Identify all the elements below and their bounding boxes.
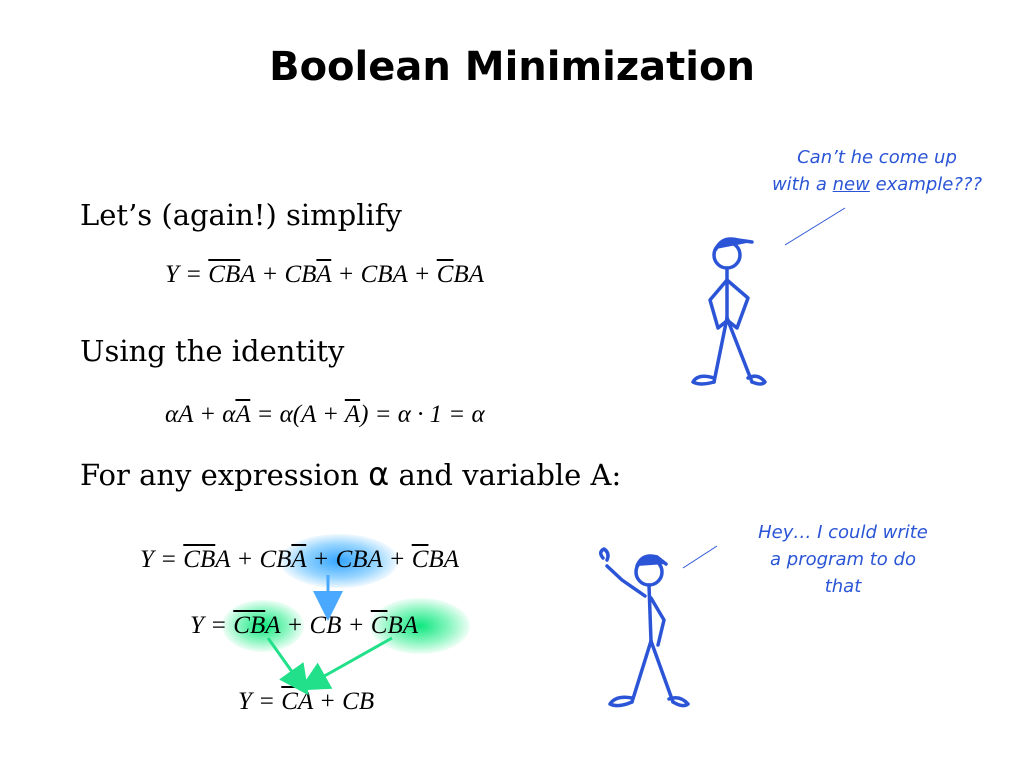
arrow-green-left	[266, 637, 309, 696]
speech-pointer-bottom	[682, 545, 718, 569]
stick-figure-bottom	[599, 547, 690, 708]
arrow-green-right	[298, 636, 393, 691]
illustration-layer	[266, 207, 846, 708]
stick-figure-top	[691, 237, 767, 386]
speech-pointer-top	[784, 207, 846, 246]
